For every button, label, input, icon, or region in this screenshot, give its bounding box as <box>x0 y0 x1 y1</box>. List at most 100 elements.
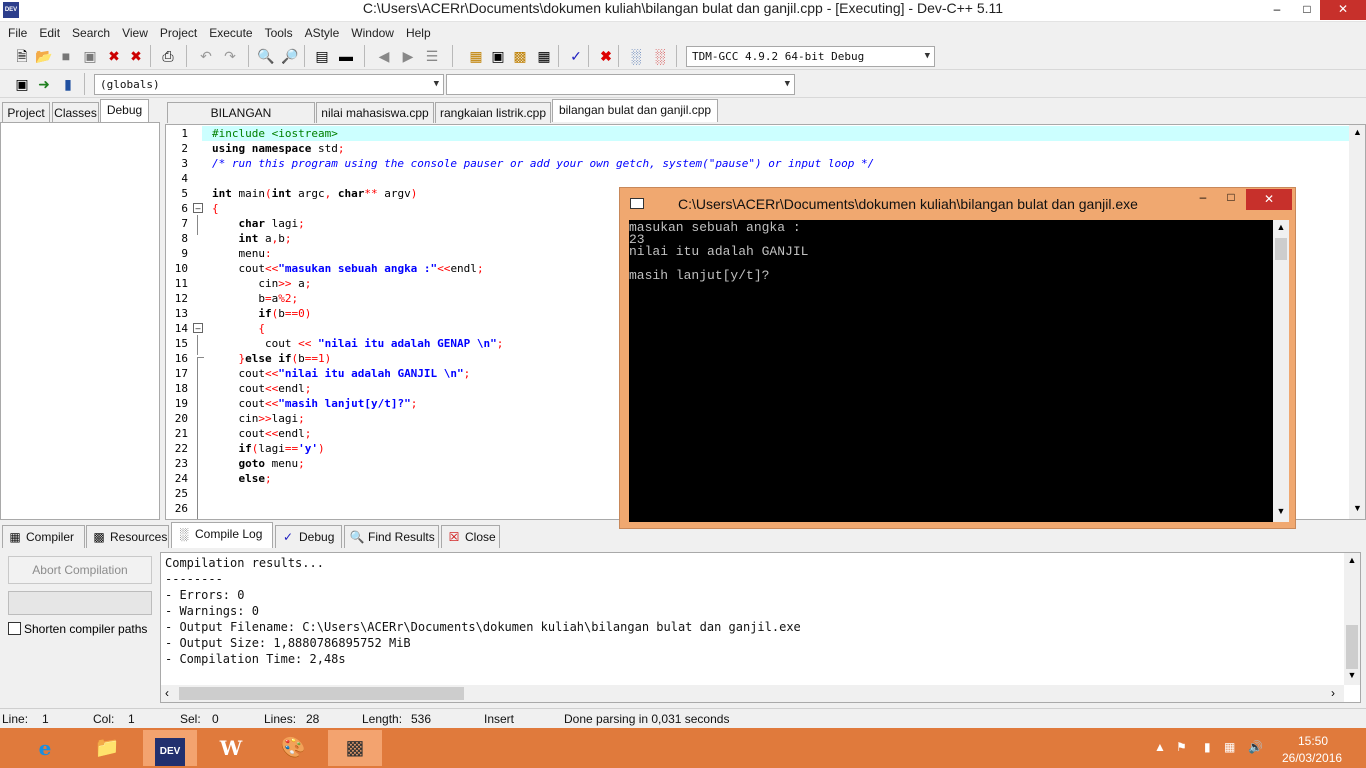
menu-execute[interactable]: Execute <box>203 23 258 43</box>
close-all-icon[interactable]: ✖ <box>126 46 146 66</box>
main-toolbar: 🗎 📂 ■ ▣ ✖ ✖ ⎙ ↶ ↷ 🔍 🔎 ▤ ▬ ◀ ▶ ☰ ▦ ▣ ▩ ▦ … <box>0 43 1366 70</box>
tab-debug[interactable]: Debug <box>100 99 149 122</box>
tab-debug-bottom[interactable]: ✓ Debug <box>275 525 342 548</box>
tab-resources[interactable]: ▩ Resources <box>86 525 169 548</box>
internet-explorer-icon[interactable]: e <box>18 730 72 766</box>
status-mode: Insert <box>484 712 515 726</box>
file-tab-nilai-mahasiswa[interactable]: nilai mahasiswa.cpp <box>316 102 434 123</box>
file-tab-rangkaian-listrik[interactable]: rangkaian listrik.cpp <box>435 102 551 123</box>
devcpp-taskbar-icon[interactable]: DEV <box>143 730 197 766</box>
tab-debug-label: Debug <box>299 530 335 544</box>
scroll-up-icon[interactable]: ▲ <box>1273 222 1289 232</box>
goto-icon[interactable]: ▤ <box>312 46 332 66</box>
insert-icon[interactable]: ▣ <box>12 74 32 94</box>
scroll-up-icon[interactable]: ▲ <box>1349 127 1365 137</box>
tab-compile-log[interactable]: ░ Compile Log <box>171 522 273 548</box>
syntax-check-icon[interactable]: ✓ <box>566 46 586 66</box>
undo-icon[interactable]: ↶ <box>196 46 216 66</box>
editor-vertical-scrollbar[interactable]: ▲ ▼ <box>1349 125 1365 519</box>
replace-icon[interactable]: 🔎 <box>280 46 300 66</box>
flag-icon[interactable]: ⚑ <box>1176 740 1187 754</box>
run-icon[interactable]: ▣ <box>488 46 508 66</box>
compile-icon[interactable]: ▦ <box>466 46 486 66</box>
log-hscroll-thumb[interactable] <box>179 687 464 700</box>
scroll-right-icon[interactable]: › <box>1331 686 1335 700</box>
scroll-down-icon[interactable]: ▼ <box>1344 670 1360 680</box>
tab-find-results[interactable]: 🔍 Find Results <box>344 525 439 548</box>
indent-icon[interactable]: ▶ <box>398 46 418 66</box>
file-tab-bilangan-bulat-ganjil[interactable]: bilangan bulat dan ganjil.cpp <box>552 99 718 122</box>
volume-icon[interactable]: 🔊 <box>1248 740 1263 754</box>
network-icon[interactable]: ▦ <box>1224 740 1235 754</box>
battery-icon[interactable]: ▮ <box>1204 740 1211 754</box>
tab-compiler[interactable]: ▦ Compiler <box>2 525 85 548</box>
menu-search[interactable]: Search <box>66 23 116 43</box>
file-tab-bilangan-terbesar[interactable]: BILANGAN TERBESAR.cpp <box>167 102 315 140</box>
console-app-icon <box>630 198 644 209</box>
print-icon[interactable]: ⎙ <box>158 46 178 66</box>
find-icon[interactable]: 🔍 <box>256 46 276 66</box>
scope-select[interactable]: (globals) ▼ <box>94 74 444 95</box>
open-file-icon[interactable]: 📂 <box>34 46 54 66</box>
log-horizontal-scrollbar[interactable]: ‹ › <box>161 685 1344 702</box>
new-file-icon[interactable]: 🗎 <box>12 46 32 66</box>
compiler-select[interactable]: TDM-GCC 4.9.2 64-bit Debug ▼ <box>686 46 935 67</box>
goto-bookmark-icon[interactable]: ➜ <box>34 74 54 94</box>
word-icon[interactable]: W <box>204 730 258 766</box>
tab-close[interactable]: ☒ Close <box>441 525 500 548</box>
console-scrollbar[interactable]: ▲ ▼ <box>1273 220 1289 522</box>
bookmark-icon[interactable]: ▬ <box>336 46 356 66</box>
console-minimize-button[interactable]: – <box>1190 190 1216 204</box>
menu-tools[interactable]: Tools <box>259 23 299 43</box>
scroll-down-icon[interactable]: ▼ <box>1349 503 1365 513</box>
profile-icon[interactable]: ░ <box>626 46 646 66</box>
compile-log-output[interactable]: Compilation results... -------- - Errors… <box>160 552 1361 703</box>
scroll-up-icon[interactable]: ▲ <box>1344 555 1360 565</box>
toggle-bookmark-icon[interactable]: ▮ <box>58 74 78 94</box>
menu-file[interactable]: File <box>2 23 33 43</box>
delete-profile-icon[interactable]: ░ <box>650 46 670 66</box>
menu-astyle[interactable]: AStyle <box>299 23 346 43</box>
save-all-icon[interactable]: ▣ <box>80 46 100 66</box>
tab-classes[interactable]: Classes <box>52 102 99 123</box>
minimize-button[interactable]: – <box>1264 0 1290 20</box>
console-scroll-thumb[interactable] <box>1275 238 1287 260</box>
log-vscroll-thumb[interactable] <box>1346 625 1358 669</box>
redo-icon[interactable]: ↷ <box>220 46 240 66</box>
close-icon: ☒ <box>448 530 460 544</box>
console-line: masukan sebuah angka : <box>629 220 801 235</box>
console-output[interactable]: masukan sebuah angka : 23 nilai itu adal… <box>629 220 1273 522</box>
close-file-icon[interactable]: ✖ <box>104 46 124 66</box>
menu-view[interactable]: View <box>116 23 154 43</box>
shorten-paths-checkbox[interactable] <box>8 622 21 635</box>
maximize-button[interactable]: □ <box>1294 0 1320 20</box>
log-line: - Compilation Time: 2,48s <box>165 652 346 666</box>
file-explorer-icon[interactable]: 📁 <box>80 730 134 766</box>
rebuild-icon[interactable]: ▦ <box>534 46 554 66</box>
clock-time[interactable]: 15:50 <box>1298 734 1328 748</box>
save-icon[interactable]: ■ <box>56 46 76 66</box>
log-vertical-scrollbar[interactable]: ▲ ▼ <box>1344 553 1360 685</box>
console-window[interactable]: C:\Users\ACERr\Documents\dokumen kuliah\… <box>619 187 1296 529</box>
member-select[interactable]: ▼ <box>446 74 795 95</box>
abort-compilation-button[interactable]: Abort Compilation <box>8 556 152 584</box>
tray-arrow-icon[interactable]: ▲ <box>1154 740 1166 754</box>
clock-date[interactable]: 26/03/2016 <box>1282 751 1342 765</box>
paint-icon[interactable]: 🎨 <box>266 730 320 766</box>
console-close-button[interactable]: ✕ <box>1246 189 1292 210</box>
menu-project[interactable]: Project <box>154 23 203 43</box>
compile-run-icon[interactable]: ▩ <box>510 46 530 66</box>
menu-window[interactable]: Window <box>345 23 400 43</box>
console-maximize-button[interactable]: □ <box>1218 190 1244 204</box>
tab-project[interactable]: Project <box>2 102 50 123</box>
unindent-icon[interactable]: ◀ <box>374 46 394 66</box>
menu-edit[interactable]: Edit <box>33 23 66 43</box>
close-button[interactable]: ✕ <box>1320 0 1366 20</box>
menu-help[interactable]: Help <box>400 23 437 43</box>
stop-execution-icon[interactable]: ✖ <box>596 46 616 66</box>
scroll-left-icon[interactable]: ‹ <box>165 686 169 700</box>
shorten-paths-label[interactable]: Shorten compiler paths <box>24 622 147 636</box>
scroll-down-icon[interactable]: ▼ <box>1273 506 1289 516</box>
console-taskbar-icon[interactable]: ▩ <box>328 730 382 766</box>
toggle-comment-icon[interactable]: ☰ <box>422 46 442 66</box>
